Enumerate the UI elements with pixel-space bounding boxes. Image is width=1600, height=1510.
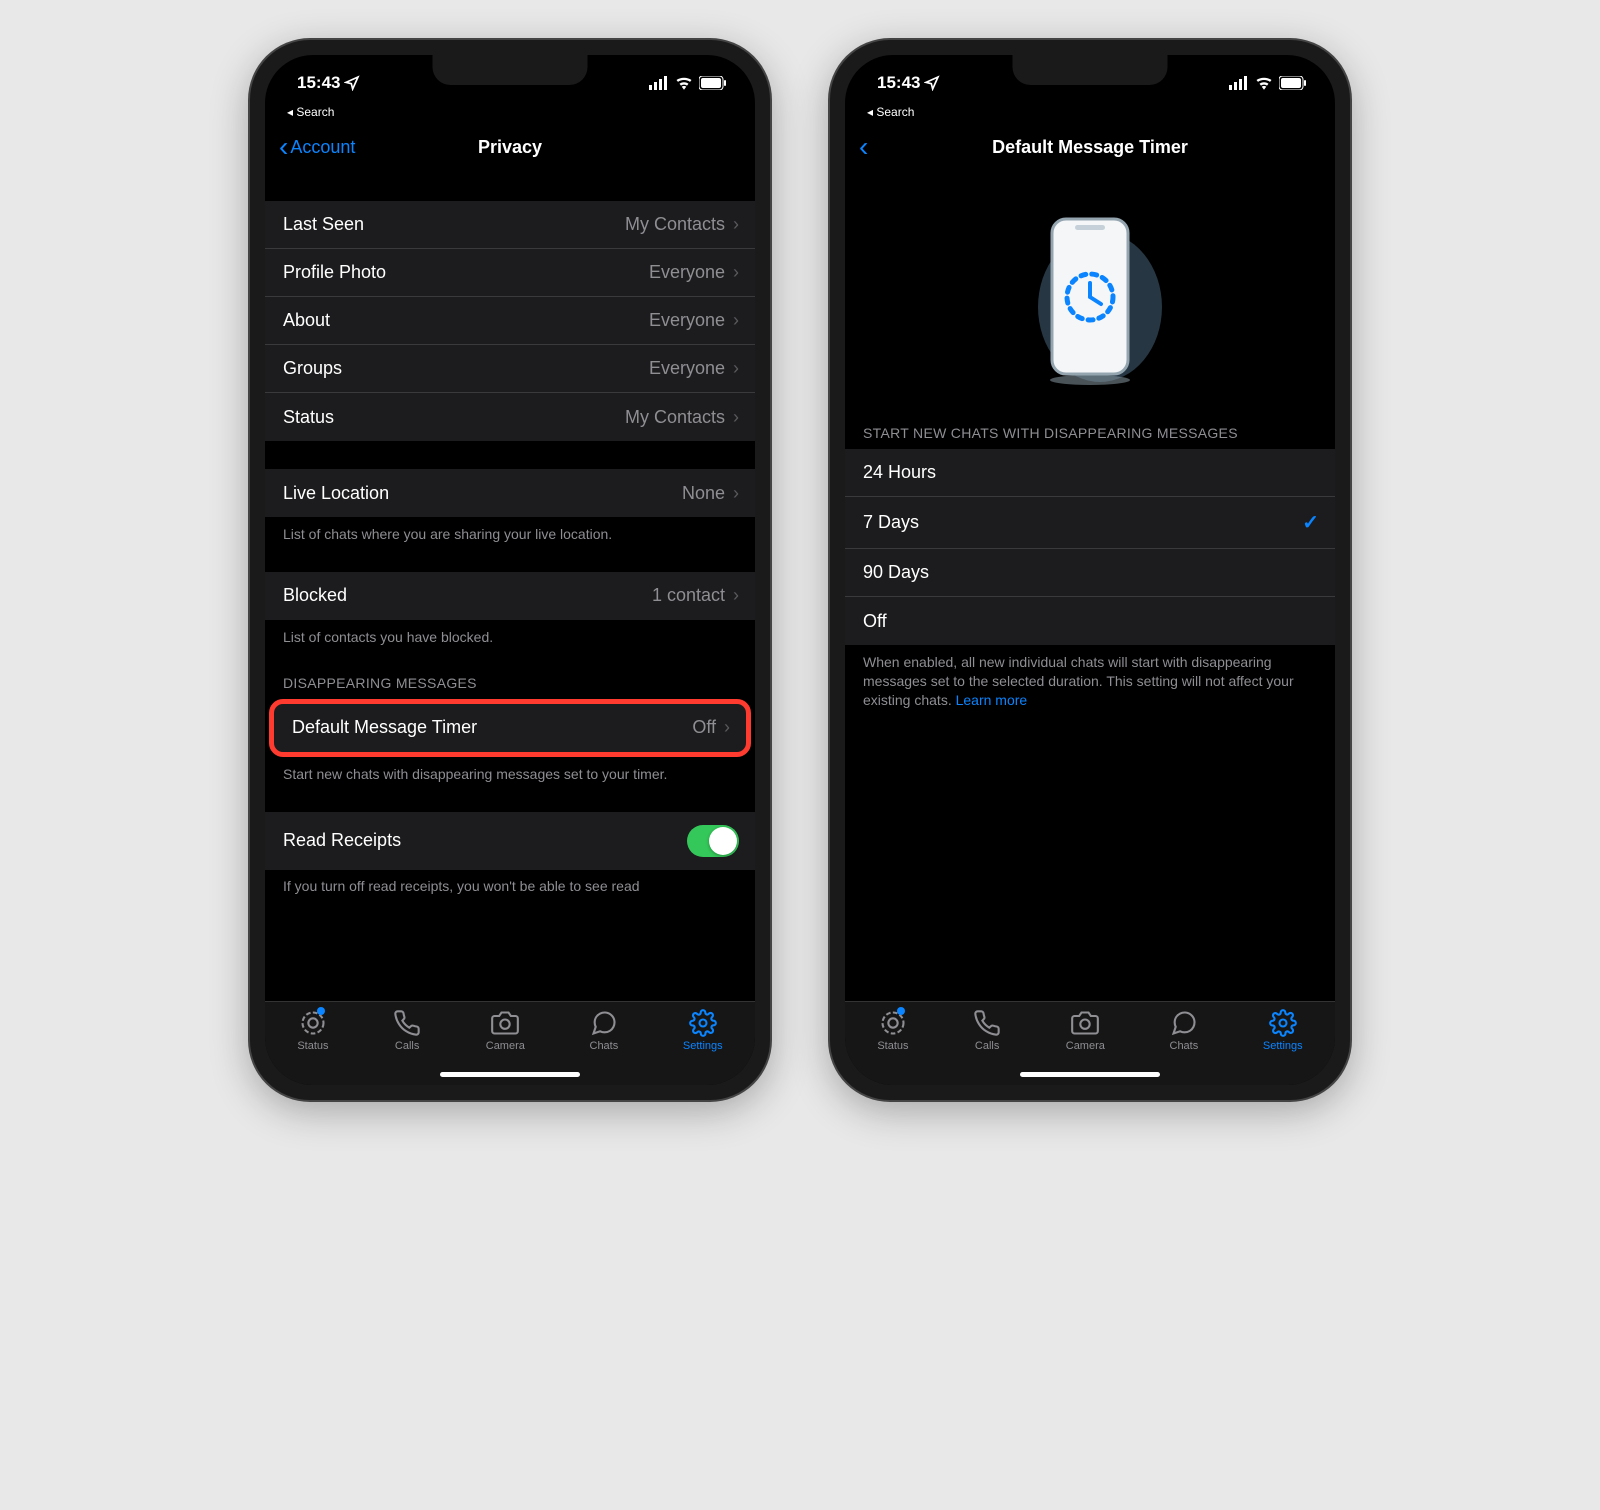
camera-icon <box>1071 1009 1099 1037</box>
cell-blocked[interactable]: Blocked1 contact› <box>265 572 755 620</box>
location-arrow-icon <box>924 75 940 91</box>
back-button[interactable]: Account <box>290 137 355 158</box>
tab-status[interactable]: Status <box>877 1009 908 1052</box>
tab-chats[interactable]: Chats <box>1170 1009 1199 1052</box>
location-arrow-icon <box>344 75 360 91</box>
phone-icon <box>973 1009 1001 1037</box>
gear-icon <box>1269 1009 1297 1037</box>
chevron-right-icon: › <box>733 358 739 379</box>
tab-calls[interactable]: Calls <box>393 1009 421 1052</box>
cell-default-message-timer[interactable]: Default Message TimerOff› <box>274 704 746 752</box>
tab-settings[interactable]: Settings <box>1263 1009 1303 1052</box>
option-7-days[interactable]: 7 Days✓ <box>845 497 1335 549</box>
live-location-footer: List of chats where you are sharing your… <box>265 517 755 544</box>
page-title: Default Message Timer <box>992 137 1188 158</box>
option-90-days[interactable]: 90 Days <box>845 549 1335 597</box>
option-24-hours[interactable]: 24 Hours <box>845 449 1335 497</box>
wifi-icon <box>675 76 693 90</box>
battery-icon <box>699 76 727 90</box>
status-badge-dot <box>897 1007 905 1015</box>
learn-more-link[interactable]: Learn more <box>956 692 1028 708</box>
tab-chats[interactable]: Chats <box>590 1009 619 1052</box>
chevron-right-icon: › <box>733 407 739 428</box>
cell-live-location[interactable]: Live LocationNone› <box>265 469 755 517</box>
tab-status[interactable]: Status <box>297 1009 328 1052</box>
status-badge-dot <box>317 1007 325 1015</box>
content-scroll[interactable]: START NEW CHATS WITH DISAPPEARING MESSAG… <box>845 173 1335 1001</box>
tab-camera[interactable]: Camera <box>1066 1009 1105 1052</box>
phone-icon <box>393 1009 421 1037</box>
chats-icon <box>1170 1009 1198 1037</box>
content-scroll[interactable]: Last SeenMy Contacts› Profile PhotoEvery… <box>265 173 755 1001</box>
cell-last-seen[interactable]: Last SeenMy Contacts› <box>265 201 755 249</box>
cell-groups[interactable]: GroupsEveryone› <box>265 345 755 393</box>
breadcrumb-search[interactable]: ◂ Search <box>845 105 1335 123</box>
timer-illustration <box>845 197 1335 397</box>
tab-camera[interactable]: Camera <box>486 1009 525 1052</box>
disappearing-header: DISAPPEARING MESSAGES <box>265 675 755 699</box>
back-chevron-icon[interactable]: ‹ <box>279 131 288 163</box>
navbar-privacy: ‹ Account Privacy <box>265 123 755 173</box>
chevron-right-icon: › <box>733 262 739 283</box>
camera-icon <box>491 1009 519 1037</box>
chevron-right-icon: › <box>733 585 739 606</box>
chevron-right-icon: › <box>733 483 739 504</box>
home-indicator[interactable] <box>1020 1072 1160 1077</box>
home-indicator[interactable] <box>440 1072 580 1077</box>
cell-status[interactable]: StatusMy Contacts› <box>265 393 755 441</box>
cell-profile-photo[interactable]: Profile PhotoEveryone› <box>265 249 755 297</box>
tab-settings[interactable]: Settings <box>683 1009 723 1052</box>
breadcrumb-search[interactable]: ◂ Search <box>265 105 755 123</box>
clock: 15:43 <box>877 73 920 93</box>
phone-right: 15:43 ◂ Search ‹ Default Message Timer <box>830 40 1350 1100</box>
privacy-visibility-group: Last SeenMy Contacts› Profile PhotoEvery… <box>265 201 755 441</box>
read-receipts-footer: If you turn off read receipts, you won't… <box>265 870 755 894</box>
clock: 15:43 <box>297 73 340 93</box>
blocked-footer: List of contacts you have blocked. <box>265 620 755 647</box>
back-chevron-icon[interactable]: ‹ <box>859 131 868 163</box>
phone-left: 15:43 ◂ Search ‹ Account Privacy Last Se… <box>250 40 770 1100</box>
chevron-right-icon: › <box>724 717 730 738</box>
chevron-right-icon: › <box>733 214 739 235</box>
navbar-timer: ‹ Default Message Timer <box>845 123 1335 173</box>
gear-icon <box>689 1009 717 1037</box>
notch <box>1013 55 1168 85</box>
battery-icon <box>1279 76 1307 90</box>
wifi-icon <box>1255 76 1273 90</box>
chevron-right-icon: › <box>733 310 739 331</box>
chats-icon <box>590 1009 618 1037</box>
page-title: Privacy <box>478 137 542 158</box>
default-message-timer-highlight: Default Message TimerOff› <box>269 699 751 757</box>
disappearing-footer: Start new chats with disappearing messag… <box>265 757 755 784</box>
cell-read-receipts[interactable]: Read Receipts <box>265 812 755 870</box>
option-off[interactable]: Off <box>845 597 1335 645</box>
cell-about[interactable]: AboutEveryone› <box>265 297 755 345</box>
tab-calls[interactable]: Calls <box>973 1009 1001 1052</box>
read-receipts-toggle[interactable] <box>687 825 739 857</box>
notch <box>433 55 588 85</box>
cellular-icon <box>1229 76 1249 90</box>
timer-options-header: START NEW CHATS WITH DISAPPEARING MESSAG… <box>845 425 1335 449</box>
checkmark-icon: ✓ <box>1302 510 1319 535</box>
timer-footer: When enabled, all new individual chats w… <box>845 645 1335 710</box>
timer-options-group: 24 Hours 7 Days✓ 90 Days Off <box>845 449 1335 645</box>
cellular-icon <box>649 76 669 90</box>
